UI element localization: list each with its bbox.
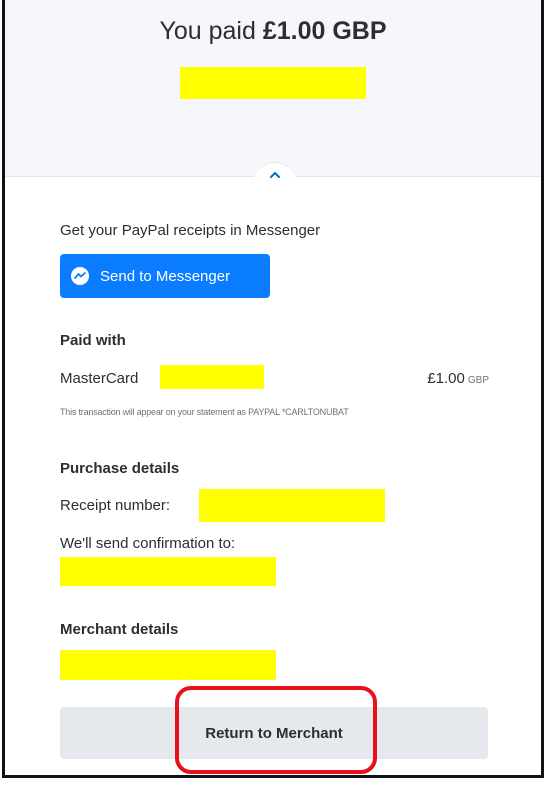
confirmation-label: We'll send confirmation to: [60, 535, 236, 552]
send-to-messenger-label: Send to Messenger [100, 267, 231, 285]
messenger-prompt: Get your PayPal receipts in Messenger [60, 222, 321, 239]
redacted-email [60, 557, 276, 586]
paid-with-amount: £1.00 GBP [427, 370, 489, 387]
paid-title: You paid £1.00 GBP [5, 16, 541, 46]
messenger-icon [70, 266, 90, 286]
redacted-receipt-number [199, 489, 385, 522]
paid-prefix: You paid [159, 17, 263, 45]
merchant-details-heading: Merchant details [60, 621, 179, 638]
redacted-card-number [160, 365, 264, 389]
purchase-details-heading: Purchase details [60, 460, 180, 477]
redacted-name [180, 67, 366, 99]
paid-with-amount-value: £1.00 [427, 370, 465, 387]
paid-with-heading: Paid with [60, 332, 126, 349]
paid-with-currency: GBP [467, 375, 489, 386]
redacted-merchant-info [60, 650, 276, 680]
card-label: MasterCard [60, 370, 139, 387]
return-button-highlight [175, 686, 377, 774]
chevron-up-icon [270, 172, 280, 178]
payment-summary-header: You paid £1.00 GBP [5, 0, 541, 177]
send-to-messenger-button[interactable]: Send to Messenger [60, 254, 270, 298]
statement-note: This transaction will appear on your sta… [60, 407, 349, 417]
receipt-number-label: Receipt number: [60, 497, 171, 514]
paid-amount: £1.00 GBP [262, 17, 387, 45]
receipt-panel: You paid £1.00 GBP Get your PayPal recei… [2, 0, 544, 778]
